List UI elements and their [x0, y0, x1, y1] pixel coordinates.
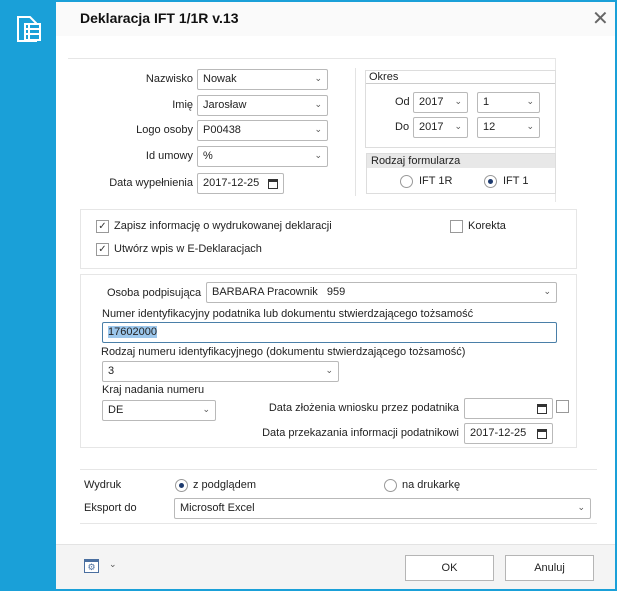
signer-value: BARBARA Pracownik 959 — [212, 286, 346, 298]
chevron-down-icon: ⌄ — [454, 96, 462, 106]
id-type-label: Rodzaj numeru identyfikacyjnego (dokumen… — [101, 346, 466, 358]
from-month-combo[interactable]: 1 ⌄ — [477, 92, 540, 113]
code-value: P00438 — [203, 124, 241, 136]
form-type-radio-ift1r[interactable] — [400, 175, 413, 188]
print-radio-printer[interactable] — [384, 479, 397, 492]
chevron-down-icon: ⌄ — [314, 73, 322, 83]
to-year-combo[interactable]: 2017 ⌄ — [413, 117, 468, 138]
contract-value: % — [203, 150, 213, 162]
signer-label: Osoba podpisująca — [107, 287, 202, 299]
print-label-preview: z podglądem — [193, 479, 256, 491]
country-combo[interactable]: DE ⌄ — [102, 400, 216, 421]
handover-date-value: 2017-12-25 — [470, 427, 527, 439]
handover-date-label: Data przekazania informacji podatnikowi — [262, 427, 459, 439]
calendar-icon[interactable] — [268, 179, 278, 189]
name-combo[interactable]: Jarosław ⌄ — [197, 95, 328, 116]
edecl-label: Utwórz wpis w E-Deklaracjach — [114, 243, 262, 255]
export-combo[interactable]: Microsoft Excel ⌄ — [174, 498, 591, 519]
chevron-down-icon: ⌄ — [314, 124, 322, 134]
settings-icon[interactable]: ⚙ — [84, 559, 99, 573]
to-year-value: 2017 — [419, 121, 444, 133]
surname-value: Nowak — [203, 73, 237, 85]
handover-date-input[interactable]: 2017-12-25 — [464, 423, 553, 444]
chevron-down-icon: ⌄ — [454, 121, 462, 131]
id-value: 17602000 — [108, 326, 157, 338]
edecl-checkbox[interactable]: ✓ — [96, 243, 109, 256]
request-date-input[interactable] — [464, 398, 553, 419]
surname-label: Nazwisko — [145, 73, 193, 85]
request-date-label: Data złożenia wniosku przez podatnika — [268, 402, 459, 414]
to-month-value: 12 — [483, 121, 496, 133]
id-input[interactable]: 17602000 — [102, 322, 557, 343]
options-panel — [80, 209, 577, 269]
country-value: DE — [108, 404, 124, 416]
id-type-value: 3 — [108, 365, 115, 377]
ok-button[interactable]: OK — [405, 555, 494, 581]
chevron-down-icon: ⌄ — [314, 99, 322, 109]
code-combo[interactable]: P00438 ⌄ — [197, 120, 328, 141]
to-month-combo[interactable]: 12 ⌄ — [477, 117, 540, 138]
print-label-printer: na drukarkę — [402, 479, 461, 491]
to-label: Do — [395, 121, 410, 133]
name-value: Jarosław — [203, 99, 247, 111]
form-type-label-ift1r: IFT 1R — [419, 175, 453, 187]
print-radio-preview[interactable] — [175, 479, 188, 492]
name-label: Imię — [172, 99, 193, 111]
form-type-label-ift1: IFT 1 — [503, 175, 529, 187]
request-date-checkbox[interactable] — [556, 400, 569, 413]
from-month-value: 1 — [483, 96, 490, 108]
from-year-value: 2017 — [419, 96, 444, 108]
fill-date-label: Data wypełnienia — [109, 177, 193, 189]
surname-combo[interactable]: Nowak ⌄ — [197, 69, 328, 90]
signer-combo[interactable]: BARBARA Pracownik 959 ⌄ — [206, 282, 557, 303]
save-info-label: Zapisz informację o wydrukowanej deklara… — [114, 220, 332, 232]
contract-combo[interactable]: % ⌄ — [197, 146, 328, 167]
chevron-down-icon: ⌄ — [543, 286, 551, 296]
id-label: Numer identyfikacyjny podatnika lub doku… — [102, 308, 474, 320]
chevron-down-icon: ⌄ — [202, 404, 210, 414]
contract-label: Id umowy — [145, 150, 193, 162]
chevron-down-icon: ⌄ — [526, 121, 534, 131]
save-info-checkbox[interactable]: ✓ — [96, 220, 109, 233]
code-label: Logo osoby — [136, 124, 193, 136]
export-value: Microsoft Excel — [180, 502, 255, 514]
chevron-down-icon[interactable]: ⌄ — [109, 559, 117, 570]
fill-date-value: 2017-12-25 — [203, 177, 260, 189]
id-type-combo[interactable]: 3 ⌄ — [102, 361, 339, 382]
calendar-icon[interactable] — [537, 404, 547, 414]
country-label: Kraj nadania numeru — [102, 384, 205, 396]
period-title: Okres — [366, 71, 555, 84]
dialog-title: Deklaracja IFT 1/1R v.13 — [80, 10, 239, 26]
form-type-title: Rodzaj formularza — [367, 154, 555, 168]
fill-date-input[interactable]: 2017-12-25 — [197, 173, 284, 194]
app-sidebar-strip — [0, 0, 56, 591]
print-label: Wydruk — [84, 479, 122, 491]
chevron-down-icon: ⌄ — [325, 365, 333, 375]
chevron-down-icon: ⌄ — [314, 150, 322, 160]
correction-checkbox[interactable] — [450, 220, 463, 233]
chevron-down-icon: ⌄ — [577, 502, 585, 512]
chevron-down-icon: ⌄ — [526, 96, 534, 106]
close-icon[interactable]: ✕ — [592, 6, 609, 31]
form-type-radio-ift1[interactable] — [484, 175, 497, 188]
divider — [355, 68, 356, 196]
cancel-button[interactable]: Anuluj — [505, 555, 594, 581]
document-table-icon — [17, 16, 41, 42]
correction-label: Korekta — [468, 220, 506, 232]
from-label: Od — [395, 96, 410, 108]
calendar-icon[interactable] — [537, 429, 547, 439]
from-year-combo[interactable]: 2017 ⌄ — [413, 92, 468, 113]
export-label: Eksport do — [84, 502, 137, 514]
